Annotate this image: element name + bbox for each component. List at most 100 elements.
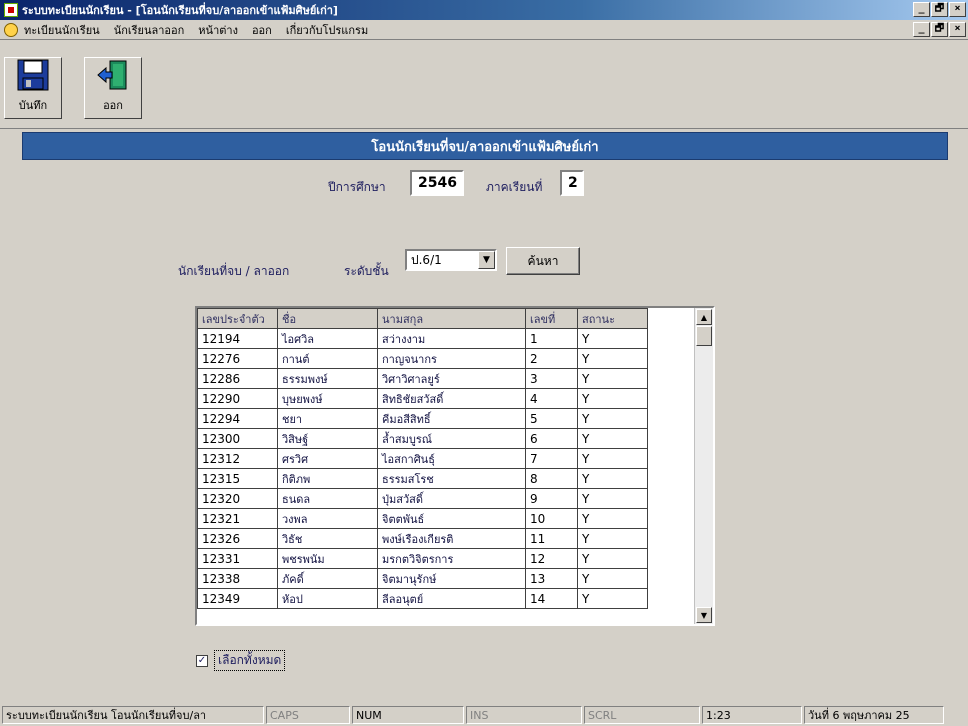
cell-student-id: 12349 [197,588,278,609]
cell-status: Y [577,528,648,549]
cell-status: Y [577,368,648,389]
menu-student-registry[interactable]: ทะเบียนนักเรียน [24,21,100,39]
cell-last-name: สิทธิชัยสวัสดิ์ [377,388,526,409]
exit-button[interactable]: ออก [84,57,142,119]
cell-first-name: บุษยพงษ์ [277,388,378,409]
cell-first-name: ไอศวิล [277,328,378,349]
menu-window[interactable]: หน้าต่าง [198,21,238,39]
class-level-select[interactable]: ป.6/1 ▼ [405,249,497,271]
menu-student-leave[interactable]: นักเรียนลาออก [114,21,185,39]
cell-first-name: หัอป [277,588,378,609]
document-icon[interactable] [4,22,18,37]
close-button[interactable]: × [949,2,966,17]
cell-last-name: ไอสกาศินธุ์ [377,448,526,469]
cell-first-name: วงพล [277,508,378,529]
save-label: บันทึก [18,99,48,112]
column-header-first-name[interactable]: ชื่อ [277,308,378,329]
cell-student-id: 12315 [197,468,278,489]
checkbox-check-icon[interactable]: ✓ [196,654,208,667]
status-num: NUM [352,706,464,724]
cell-status: Y [577,428,648,449]
scroll-thumb[interactable] [696,326,712,346]
chevron-down-icon[interactable]: ▼ [478,251,495,269]
scroll-up-arrow-icon[interactable]: ▲ [696,309,712,325]
app-icon [4,3,18,17]
cell-status: Y [577,568,648,589]
table-row[interactable]: 12300 วิสิษฐ์ ล้ำสมบูรณ์ 6 Y [197,428,648,449]
cell-status: Y [577,388,648,409]
table-row[interactable]: 12320 ธนดล ปุ่มสวัสดิ์ 9 Y [197,488,648,509]
cell-number: 6 [525,428,578,449]
cell-last-name: ล้ำสมบูรณ์ [377,428,526,449]
status-scrl: SCRL [584,706,700,724]
cell-number: 14 [525,588,578,609]
cell-status: Y [577,328,648,349]
child-window-controls: _ 🗗 × [913,22,966,37]
cell-number: 12 [525,548,578,569]
class-level-value: ป.6/1 [411,252,442,267]
grid-scrollbar[interactable]: ▲ ▼ [694,308,713,624]
table-body: 12194 ไอศวิล สว่างงาม 1 Y 12276 กานต์ กาญจนากร 2… [197,328,648,609]
search-button[interactable]: ค้นหา [506,247,580,275]
student-grid[interactable]: เลขประจำตัว ชื่อ นามสกุล เลขที่ สถานะ 12… [195,306,715,626]
cell-status: Y [577,488,648,509]
cell-student-id: 12338 [197,568,278,589]
term-field[interactable]: 2 [560,170,584,196]
maximize-button[interactable]: 🗗 [931,2,948,17]
exit-label: ออก [103,99,123,112]
column-header-number[interactable]: เลขที่ [525,308,578,329]
academic-year-label: ปีการศึกษา [328,180,386,194]
table-row[interactable]: 12286 ธรรมพงษ์ วิศาวิศาลยูร์ 3 Y [197,368,648,389]
table-row[interactable]: 12331 พชรพนัม มรกตวิจิตรการ 12 Y [197,548,648,569]
cell-number: 4 [525,388,578,409]
menu-exit[interactable]: ออก [252,21,272,39]
window-title: ระบบทะเบียนนักเรียน - [โอนนักเรียนที่จบ/… [22,4,338,17]
status-ins: INS [466,706,582,724]
table-row[interactable]: 12294 ชยา คีมอสีสิทธิ์ 5 Y [197,408,648,429]
table-row[interactable]: 12326 วิธัช พงษ์เรืองเกียรติ 11 Y [197,528,648,549]
cell-last-name: สว่างงาม [377,328,526,349]
table-row[interactable]: 12315 กิติภพ ธรรมสโรช 8 Y [197,468,648,489]
child-close-button[interactable]: × [949,22,966,37]
select-all-checkbox[interactable]: ✓ เลือกทั้งหมด [196,650,286,671]
cell-number: 11 [525,528,578,549]
status-bar: ระบบทะเบียนนักเรียน โอนนักเรียนที่จบ/ลา … [0,704,968,726]
term-label: ภาคเรียนที่ [486,180,543,194]
table-row[interactable]: 12349 หัอป ลีลอนุตย์ 14 Y [197,588,648,609]
cell-student-id: 12286 [197,368,278,389]
column-header-student-id[interactable]: เลขประจำตัว [197,308,278,329]
table-header-row: เลขประจำตัว ชื่อ นามสกุล เลขที่ สถานะ [197,308,648,329]
table-row[interactable]: 12321 วงพล จิตตพันธ์ 10 Y [197,508,648,529]
cell-number: 9 [525,488,578,509]
table-row[interactable]: 12276 กานต์ กาญจนากร 2 Y [197,348,648,369]
table-row[interactable]: 12194 ไอศวิล สว่างงาม 1 Y [197,328,648,349]
cell-first-name: พชรพนัม [277,548,378,569]
cell-last-name: จิตมานุรักษ์ [377,568,526,589]
cell-last-name: ลีลอนุตย์ [377,588,526,609]
form-header: โอนนักเรียนที่จบ/ลาออกเข้าแฟ้มศิษย์เก่า [22,132,948,160]
cell-last-name: กาญจนากร [377,348,526,369]
save-button[interactable]: บันทึก [4,57,62,119]
cell-student-id: 12326 [197,528,278,549]
cell-number: 1 [525,328,578,349]
title-bar: ระบบทะเบียนนักเรียน - [โอนนักเรียนที่จบ/… [0,0,968,20]
toolbar: บันทึก ออก [0,41,968,129]
academic-year-field[interactable]: 2546 [410,170,464,196]
cell-status: Y [577,508,648,529]
menu-bar: ทะเบียนนักเรียน นักเรียนลาออก หน้าต่าง อ… [0,20,968,40]
menu-about[interactable]: เกี่ยวกับโปรแกรม [286,21,368,39]
column-header-last-name[interactable]: นามสกุล [377,308,526,329]
minimize-button[interactable]: _ [913,2,930,17]
cell-student-id: 12312 [197,448,278,469]
column-header-status[interactable]: สถานะ [577,308,648,329]
table-row[interactable]: 12338 ภัคดิ์ จิตมานุรักษ์ 13 Y [197,568,648,589]
table-row[interactable]: 12312 ศรวิศ ไอสกาศินธุ์ 7 Y [197,448,648,469]
child-minimize-button[interactable]: _ [913,22,930,37]
filter-label: นักเรียนที่จบ / ลาออก [178,264,290,278]
child-restore-button[interactable]: 🗗 [931,22,948,37]
scroll-down-arrow-icon[interactable]: ▼ [696,607,712,623]
status-message: ระบบทะเบียนนักเรียน โอนนักเรียนที่จบ/ลา [2,706,264,724]
table-row[interactable]: 12290 บุษยพงษ์ สิทธิชัยสวัสดิ์ 4 Y [197,388,648,409]
cell-student-id: 12290 [197,388,278,409]
cell-first-name: ภัคดิ์ [277,568,378,589]
